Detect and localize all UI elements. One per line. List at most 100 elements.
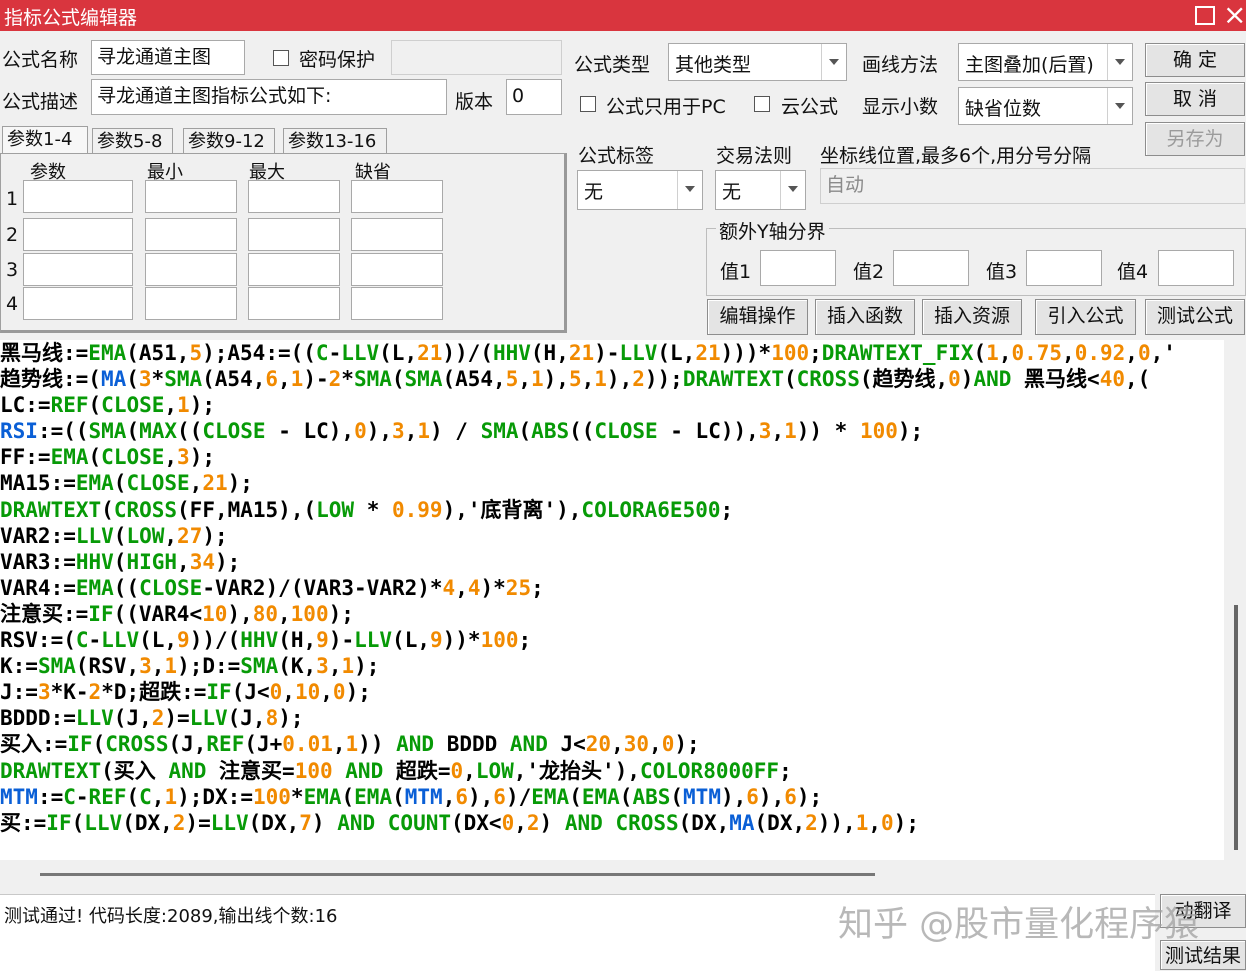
code-token: 1 bbox=[855, 810, 869, 835]
code-token: (买入 bbox=[101, 758, 169, 783]
param-name-input[interactable] bbox=[23, 287, 133, 320]
code-token: 趋势线:=( bbox=[0, 367, 101, 392]
code-line: LC:=REF(CLOSE,1); bbox=[0, 392, 1224, 418]
close-icon[interactable]: × bbox=[1223, 0, 1246, 32]
code-line: VAR4:=EMA((CLOSE-VAR2)/(VAR3-VAR2)*4,4)*… bbox=[0, 575, 1224, 601]
trade-rule-select[interactable]: 无 bbox=[715, 170, 806, 210]
version-input[interactable]: 0 bbox=[506, 79, 562, 115]
param-min-input[interactable] bbox=[145, 287, 237, 320]
code-token: SMA bbox=[404, 367, 443, 392]
param-min-input[interactable] bbox=[145, 253, 237, 286]
chevron-down-icon[interactable] bbox=[1107, 88, 1132, 124]
code-token: 3 bbox=[139, 654, 152, 679]
vertical-scroll-thumb[interactable] bbox=[1234, 605, 1238, 850]
code-token: EMA bbox=[354, 784, 393, 809]
value3-input[interactable] bbox=[1026, 250, 1102, 286]
import-formula-button[interactable]: 引入公式 bbox=[1035, 299, 1136, 335]
password-checkbox[interactable] bbox=[273, 50, 289, 66]
insert-resource-button[interactable]: 插入资源 bbox=[922, 299, 1022, 335]
tab-params-13-16[interactable]: 参数13-16 bbox=[283, 128, 387, 156]
tab-params-1-4[interactable]: 参数1-4 bbox=[2, 126, 88, 154]
code-token: ), bbox=[758, 784, 785, 809]
code-token: (H, bbox=[530, 341, 569, 365]
horizontal-scroll-thumb[interactable] bbox=[40, 873, 875, 876]
value1-label: 值1 bbox=[720, 261, 752, 283]
param-default-input[interactable] bbox=[351, 253, 443, 286]
tab-params-5-8[interactable]: 参数5-8 bbox=[92, 128, 173, 156]
code-token: 0.75 bbox=[1011, 341, 1063, 365]
chevron-down-icon[interactable] bbox=[821, 44, 846, 80]
chevron-down-icon[interactable] bbox=[780, 171, 805, 209]
decimal-select[interactable]: 缺省位数 bbox=[958, 87, 1133, 125]
param-max-input[interactable] bbox=[248, 218, 340, 251]
chevron-down-icon[interactable] bbox=[1107, 44, 1132, 80]
code-token: IF bbox=[88, 601, 114, 626]
cancel-button[interactable]: 取 消 bbox=[1145, 82, 1245, 116]
param-default-input[interactable] bbox=[351, 180, 443, 213]
param-min-input[interactable] bbox=[145, 180, 237, 213]
password-input[interactable] bbox=[391, 40, 562, 75]
cloud-checkbox[interactable] bbox=[754, 96, 770, 112]
formula-name-input[interactable]: 寻龙通道主图 bbox=[91, 40, 245, 75]
param-max-input[interactable] bbox=[248, 287, 340, 320]
value4-label: 值4 bbox=[1117, 261, 1149, 283]
param-default-input[interactable] bbox=[351, 287, 443, 320]
code-token: MTM bbox=[683, 784, 721, 809]
code-token: 1 bbox=[164, 654, 178, 679]
ok-button[interactable]: 确 定 bbox=[1145, 43, 1245, 77]
code-token: 0.01 bbox=[282, 732, 333, 757]
code-token: 2 bbox=[632, 367, 645, 392]
code-token: 34 bbox=[189, 549, 215, 574]
param-name-input[interactable] bbox=[23, 180, 133, 213]
coord-line-input[interactable]: 自动 bbox=[820, 168, 1245, 204]
code-token: 买入:= bbox=[0, 732, 68, 757]
code-token: ( bbox=[670, 784, 684, 809]
formula-type-select[interactable]: 其他类型 bbox=[668, 43, 847, 81]
maximize-icon[interactable] bbox=[1195, 6, 1215, 25]
param-default-input[interactable] bbox=[351, 218, 443, 251]
value2-input[interactable] bbox=[893, 250, 969, 286]
code-token: CROSS bbox=[105, 732, 169, 757]
code-token: , bbox=[1062, 341, 1075, 365]
param-max-input[interactable] bbox=[248, 180, 340, 213]
code-token: VAR2:= bbox=[0, 523, 76, 548]
code-token: ); bbox=[674, 732, 700, 757]
code-token: CROSS bbox=[113, 497, 178, 522]
save-as-button[interactable]: 另存为 bbox=[1145, 122, 1245, 156]
param-name-input[interactable] bbox=[23, 253, 133, 286]
code-editor[interactable]: 黑马线:=EMA(A51,5);A54:=((C-LLV(L,21))/(HHV… bbox=[0, 340, 1224, 860]
value4-input[interactable] bbox=[1158, 250, 1234, 286]
param-max-input[interactable] bbox=[248, 253, 340, 286]
formula-desc-input[interactable]: 寻龙通道主图指标公式如下: bbox=[91, 79, 447, 115]
code-token: ; bbox=[809, 341, 822, 365]
code-token: 25 bbox=[505, 575, 532, 600]
insert-function-button[interactable]: 插入函数 bbox=[815, 299, 915, 335]
code-token: AND bbox=[396, 732, 435, 757]
code-token: CLOSE bbox=[101, 393, 165, 418]
code-token: );A54:=(( bbox=[202, 341, 316, 365]
test-formula-button[interactable]: 测试公式 bbox=[1145, 299, 1245, 335]
value3-label: 值3 bbox=[986, 261, 1018, 283]
code-token: , bbox=[998, 341, 1012, 365]
pc-only-checkbox[interactable] bbox=[580, 96, 596, 112]
code-token: SMA bbox=[164, 367, 203, 392]
code-line: RSV:=(C-LLV(L,9))/(HHV(H,9)-LLV(L,9))*10… bbox=[0, 627, 1224, 653]
chevron-down-icon[interactable] bbox=[677, 171, 702, 209]
draw-method-select[interactable]: 主图叠加(后置) bbox=[958, 43, 1133, 81]
param-min-input[interactable] bbox=[145, 218, 237, 251]
code-token: MTM bbox=[0, 784, 38, 809]
code-token: EMA bbox=[75, 471, 114, 496]
code-token: 2 bbox=[328, 367, 342, 392]
value1-input[interactable] bbox=[760, 250, 836, 286]
code-token: 27 bbox=[177, 523, 203, 548]
code-token: AND bbox=[337, 810, 376, 835]
param-name-input[interactable] bbox=[23, 218, 133, 251]
code-token: 5 bbox=[189, 341, 203, 365]
code-token: RSI bbox=[0, 419, 38, 444]
code-line: MTM:=C-REF(C,1);DX:=100*EMA(EMA(MTM,6),6… bbox=[0, 784, 1224, 810]
formula-tag-select[interactable]: 无 bbox=[577, 170, 703, 210]
tab-params-9-12[interactable]: 参数9-12 bbox=[183, 128, 275, 156]
horizontal-scrollbar[interactable] bbox=[0, 860, 1224, 882]
edit-operation-button[interactable]: 编辑操作 bbox=[707, 299, 808, 335]
code-token: ( bbox=[88, 445, 102, 470]
